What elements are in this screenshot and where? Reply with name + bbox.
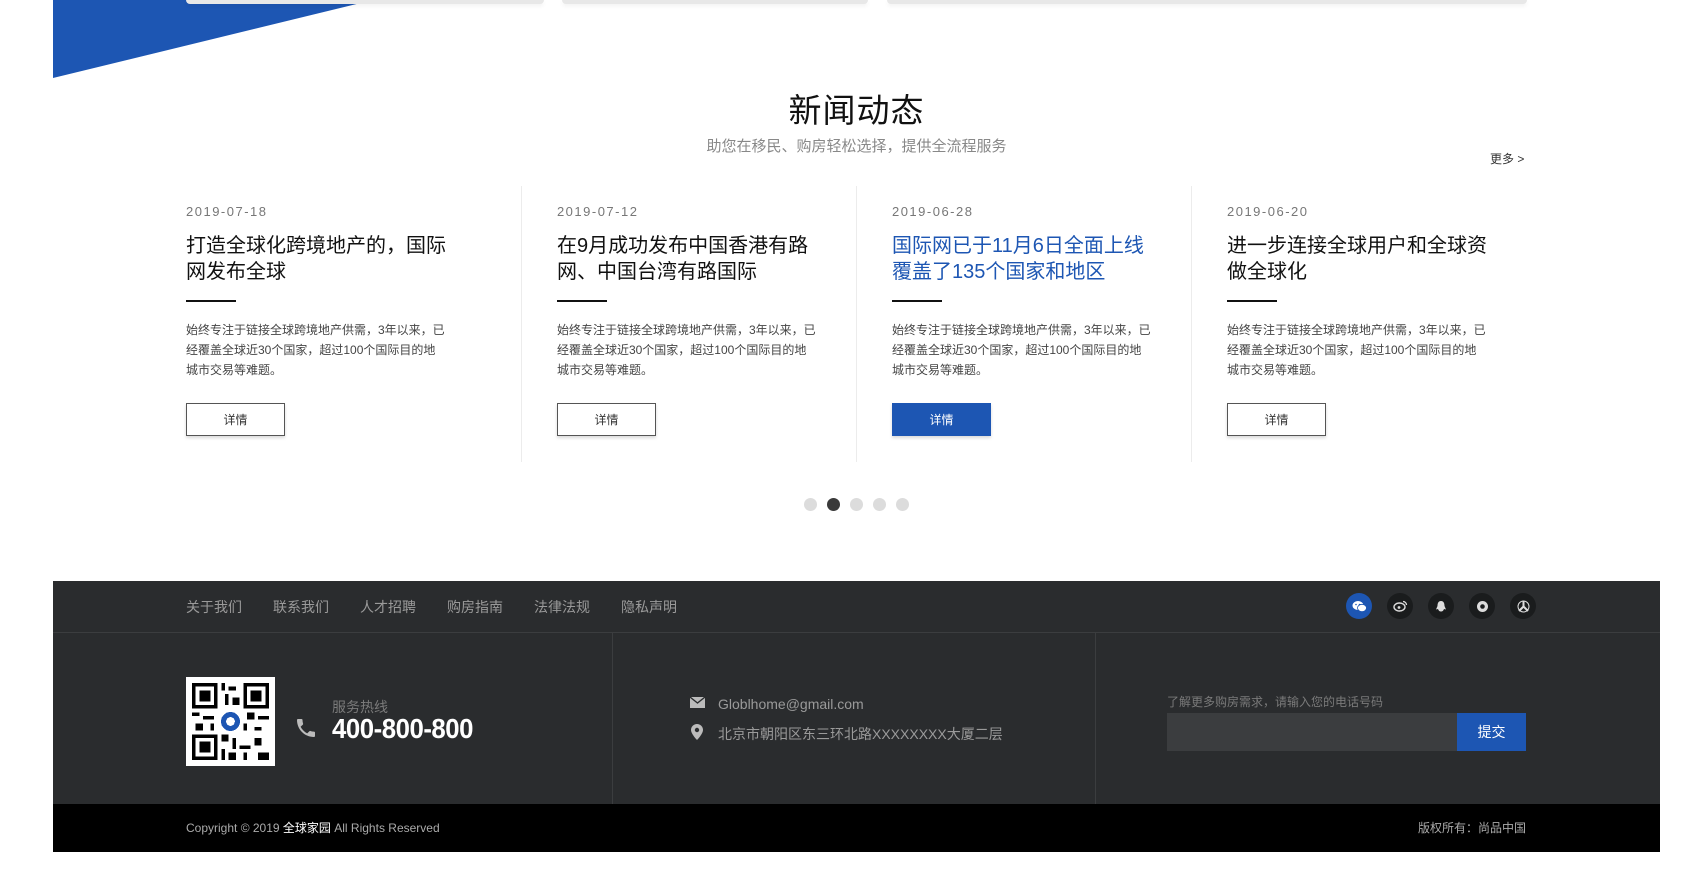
divider bbox=[891, 300, 942, 302]
news-desc: 始终专注于链接全球跨境地产供需，3年以来，已经覆盖全球近30个国家，超过100个… bbox=[186, 323, 445, 377]
copyright-prefix: Copyright © 2019 bbox=[186, 821, 283, 835]
qq-icon[interactable] bbox=[1428, 593, 1454, 619]
news-title[interactable]: 打造全球化跨境地产的，国际网发布全球 bbox=[186, 233, 446, 285]
news-date: 2019-06-20 bbox=[1226, 204, 1309, 219]
top-card-edge bbox=[186, 0, 544, 4]
copyright-suffix: All Rights Reserved bbox=[330, 821, 440, 835]
footer-link-privacy[interactable]: 隐私声明 bbox=[621, 597, 677, 617]
phone-icon bbox=[294, 716, 318, 747]
top-card-edge bbox=[562, 0, 868, 4]
news-title[interactable]: 在9月成功发布中国香港有路网、中国台湾有路国际 bbox=[557, 233, 817, 285]
section-subtitle: 助您在移民、购房轻松选择，提供全流程服务 bbox=[706, 138, 1007, 155]
pagination-dot[interactable] bbox=[873, 498, 886, 511]
footer-link-contact[interactable]: 联系我们 bbox=[273, 597, 329, 617]
footer-divider bbox=[53, 632, 1660, 633]
qr-code bbox=[186, 677, 275, 766]
carousel-pagination bbox=[53, 498, 1660, 511]
detail-button[interactable]: 详情 bbox=[556, 403, 656, 436]
footer-link-about[interactable]: 关于我们 bbox=[186, 597, 242, 617]
pinwheel-icon[interactable] bbox=[1510, 593, 1536, 619]
weibo-icon[interactable] bbox=[1387, 593, 1413, 619]
pagination-dot[interactable] bbox=[896, 498, 909, 511]
detail-button[interactable]: 详情 bbox=[186, 403, 285, 436]
copyright-brand: 全球家园 bbox=[282, 821, 331, 835]
detail-button[interactable]: 详情 bbox=[891, 403, 991, 436]
section-title: 新闻动态 bbox=[788, 92, 925, 129]
social-links bbox=[1346, 593, 1536, 619]
mail-icon bbox=[689, 695, 705, 712]
news-desc: 始终专注于链接全球跨境地产供需，3年以来，已经覆盖全球近30个国家，超过100个… bbox=[891, 323, 1151, 377]
footer-column-divider bbox=[612, 633, 613, 804]
footer-column-divider bbox=[1095, 633, 1096, 804]
rights-text: 版权所有：尚品中国 bbox=[1417, 821, 1526, 835]
news-date: 2019-07-18 bbox=[186, 204, 268, 219]
email-row: Globlhome@gmail.com bbox=[689, 695, 864, 712]
news-title[interactable]: 进一步连接全球用户和全球资做全球化 bbox=[1227, 233, 1487, 285]
top-card-edge bbox=[887, 0, 1527, 4]
subscribe-hint: 了解更多购房需求，请输入您的电话号码 bbox=[1167, 695, 1384, 709]
news-carousel: 2019-07-18 打造全球化跨境地产的，国际网发布全球 始终专注于链接全球跨… bbox=[186, 186, 1526, 462]
address-text: 北京市朝阳区东三环北路XXXXXXXX大厦二层 bbox=[718, 726, 1003, 742]
copyright-text: Copyright © 2019 全球家园 All Rights Reserve… bbox=[186, 804, 440, 852]
more-link[interactable]: 更多 > bbox=[1490, 150, 1524, 167]
address-row: 北京市朝阳区东三环北路XXXXXXXX大厦二层 bbox=[689, 724, 1003, 744]
email-text[interactable]: Globlhome@gmail.com bbox=[718, 696, 864, 712]
news-card[interactable]: 2019-07-12 在9月成功发布中国香港有路网、中国台湾有路国际 始终专注于… bbox=[520, 186, 856, 462]
news-card[interactable]: 2019-07-18 打造全球化跨境地产的，国际网发布全球 始终专注于链接全球跨… bbox=[186, 186, 521, 462]
divider bbox=[1226, 300, 1277, 302]
footer-link-guide[interactable]: 购房指南 bbox=[447, 597, 503, 617]
news-title[interactable]: 国际网已于11月6日全面上线覆盖了135个国家和地区 bbox=[892, 233, 1152, 285]
divider bbox=[186, 300, 236, 302]
news-card[interactable]: 2019-06-20 进一步连接全球用户和全球资做全球化 始终专注于链接全球跨境… bbox=[1190, 186, 1526, 462]
news-desc: 始终专注于链接全球跨境地产供需，3年以来，已经覆盖全球近30个国家，超过100个… bbox=[556, 323, 816, 377]
footer-nav: 关于我们 联系我们 人才招聘 购房指南 法律法规 隐私声明 bbox=[186, 581, 677, 632]
camera-icon[interactable] bbox=[1469, 593, 1495, 619]
pagination-dot[interactable] bbox=[850, 498, 863, 511]
footer-link-careers[interactable]: 人才招聘 bbox=[360, 597, 416, 617]
page: 新闻动态 助您在移民、购房轻松选择，提供全流程服务 更多 > 2019-07-1… bbox=[53, 0, 1660, 872]
pagination-dot-active[interactable] bbox=[827, 498, 840, 511]
location-pin-icon bbox=[689, 724, 705, 744]
news-desc: 始终专注于链接全球跨境地产供需，3年以来，已经覆盖全球近30个国家，超过100个… bbox=[1226, 323, 1486, 377]
decorative-triangle bbox=[53, 0, 373, 78]
divider bbox=[556, 300, 607, 302]
pagination-dot[interactable] bbox=[804, 498, 817, 511]
phone-input[interactable] bbox=[1167, 713, 1457, 751]
hotline-number[interactable]: 400-800-800 bbox=[332, 713, 474, 745]
submit-button[interactable]: 提交 bbox=[1457, 713, 1526, 751]
detail-button[interactable]: 详情 bbox=[1226, 403, 1326, 436]
news-date: 2019-06-28 bbox=[891, 204, 974, 219]
wechat-icon[interactable] bbox=[1346, 593, 1372, 619]
copyright-bar: Copyright © 2019 全球家园 All Rights Reserve… bbox=[53, 804, 1660, 852]
footer-link-legal[interactable]: 法律法规 bbox=[534, 597, 590, 617]
news-card-active[interactable]: 2019-06-28 国际网已于11月6日全面上线覆盖了135个国家和地区 始终… bbox=[855, 186, 1191, 462]
news-date: 2019-07-12 bbox=[556, 204, 639, 219]
footer: 关于我们 联系我们 人才招聘 购房指南 法律法规 隐私声明 服务热线 400-8… bbox=[53, 581, 1660, 804]
